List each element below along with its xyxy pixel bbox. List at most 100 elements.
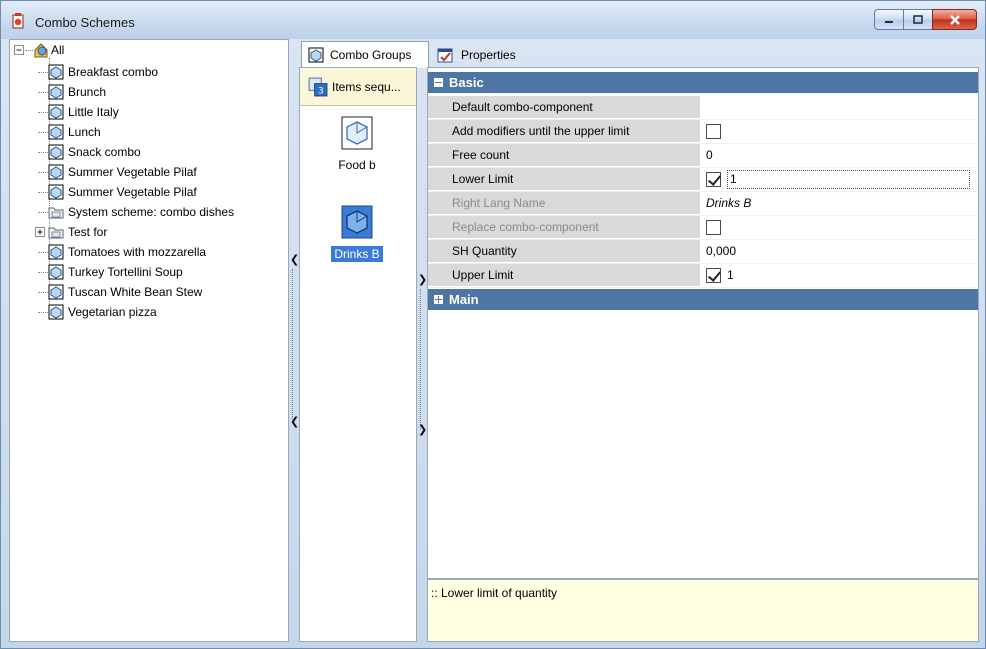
tree-item-label: Summer Vegetable Pilaf — [68, 165, 197, 179]
tree-item[interactable]: Lunch — [38, 122, 101, 142]
tree-item-label: Brunch — [68, 85, 107, 99]
folder-icon — [48, 227, 64, 239]
tree-item[interactable]: Little Italy — [38, 102, 119, 122]
sequence-icon: 3 — [308, 77, 328, 96]
property-row[interactable]: Add modifiers until the upper limit — [428, 120, 978, 144]
expand-icon[interactable] — [434, 295, 443, 304]
category-basic[interactable]: Basic — [428, 72, 978, 93]
maximize-button[interactable] — [903, 9, 933, 30]
tree-item-label: Little Italy — [68, 105, 119, 119]
tree-item[interactable]: System scheme: combo dishes — [38, 202, 234, 222]
tree-item[interactable]: Tomatoes with mozzarella — [38, 242, 206, 262]
checkbox[interactable] — [706, 124, 721, 139]
title-bar[interactable]: Combo Schemes — [1, 1, 985, 39]
property-row[interactable]: Replace combo-component — [428, 216, 978, 240]
property-grid[interactable]: Basic Default combo-component Add modifi… — [427, 67, 979, 579]
property-name: Lower Limit — [428, 168, 700, 191]
minimize-button[interactable] — [874, 9, 904, 30]
combo-groups-panel[interactable]: 3 Items sequ... Food b Drinks B — [299, 67, 417, 642]
expand-right-icon[interactable]: ❯ — [418, 273, 427, 286]
tree-item[interactable]: Breakfast combo — [38, 62, 158, 82]
svg-text:3: 3 — [318, 86, 324, 96]
tab-label: Properties — [461, 47, 516, 62]
property-value-text: Drinks B — [706, 196, 752, 210]
combo-group-item-selected[interactable]: Drinks B — [317, 205, 397, 262]
tree-item[interactable]: Snack combo — [38, 142, 141, 162]
property-name: SH Quantity — [428, 240, 700, 263]
combo-group-icon — [308, 47, 324, 63]
property-name: Right Lang Name — [428, 192, 700, 215]
folder-icon — [48, 207, 64, 219]
property-name: Upper Limit — [428, 264, 700, 287]
tab-properties[interactable]: Properties — [431, 41, 541, 68]
category-main[interactable]: Main — [428, 289, 978, 310]
tree-item-label: Breakfast combo — [68, 65, 159, 79]
tree-root-row[interactable]: All — [12, 40, 64, 60]
property-value[interactable] — [703, 96, 978, 119]
collapse-icon[interactable] — [434, 78, 443, 87]
property-row[interactable]: Free count 0 — [428, 144, 978, 168]
left-splitter[interactable]: ❮ ❮ — [289, 251, 299, 431]
combo-icon — [48, 124, 64, 140]
combo-icon — [48, 104, 64, 120]
tree-item[interactable]: Summer Vegetable Pilaf — [38, 182, 197, 202]
maximize-icon — [913, 14, 923, 24]
property-value-text: 0,000 — [706, 244, 737, 258]
properties-icon — [437, 48, 453, 62]
tree-item[interactable]: Turkey Tortellini Soup — [38, 262, 183, 282]
items-sequence-tab[interactable]: 3 Items sequ... — [300, 68, 416, 106]
collapse-left-icon[interactable]: ❮ — [290, 253, 299, 266]
combo-group-item[interactable]: Food b — [317, 116, 397, 173]
checkbox[interactable] — [706, 268, 721, 283]
combo-icon — [48, 144, 64, 160]
property-value[interactable] — [703, 120, 978, 143]
close-button[interactable] — [932, 9, 977, 30]
property-value[interactable]: 0 — [703, 144, 978, 167]
property-row[interactable]: Default combo-component — [428, 96, 978, 120]
tree-item-label: Tuscan White Bean Stew — [68, 285, 203, 299]
property-value — [703, 216, 978, 239]
tree-item-label: Summer Vegetable Pilaf — [68, 185, 197, 199]
tree-item-label: Turkey Tortellini Soup — [68, 265, 183, 279]
checkbox — [706, 220, 721, 235]
tree-item[interactable]: Tuscan White Bean Stew — [38, 282, 202, 302]
collapse-left-icon[interactable]: ❮ — [290, 415, 299, 428]
description-text: :: Lower limit of quantity — [431, 586, 558, 600]
group-cube-icon — [341, 116, 373, 150]
property-description: :: Lower limit of quantity — [427, 579, 979, 642]
combo-icon — [48, 184, 64, 200]
checkbox[interactable] — [706, 172, 721, 187]
property-name: Default combo-component — [428, 96, 700, 119]
collapse-icon[interactable] — [14, 44, 25, 56]
expand-icon[interactable] — [35, 226, 46, 238]
expand-right-icon[interactable]: ❯ — [418, 423, 427, 436]
tree-item-label: Lunch — [68, 125, 101, 139]
combo-icon — [48, 164, 64, 180]
property-row[interactable]: Right Lang Name Drinks B — [428, 192, 978, 216]
tree-item-label: Snack combo — [68, 145, 141, 159]
item-label: Food b — [338, 158, 376, 172]
property-row-selected[interactable]: Lower Limit 1 — [428, 168, 978, 192]
all-schemes-icon — [34, 43, 48, 58]
property-value[interactable]: 1 — [703, 168, 978, 191]
tab-combo-groups[interactable]: Combo Groups — [301, 41, 429, 68]
right-splitter[interactable]: ❯ ❯ — [417, 271, 427, 441]
items-sequence-label: Items sequ... — [332, 79, 401, 94]
tree-item[interactable]: Summer Vegetable Pilaf — [38, 162, 197, 182]
combo-schemes-window: Combo Schemes All Breakfast combo Brunch… — [0, 0, 986, 649]
tree-item[interactable]: Brunch — [38, 82, 106, 102]
tree-item[interactable]: Test for — [35, 222, 107, 242]
combo-icon — [48, 264, 64, 280]
combo-schemes-tree[interactable]: All Breakfast combo Brunch Little Italy … — [9, 39, 289, 642]
property-row[interactable]: SH Quantity 0,000 — [428, 240, 978, 264]
tree-item-label: Tomatoes with mozzarella — [68, 245, 207, 259]
window-title: Combo Schemes — [35, 15, 135, 30]
combo-icon — [48, 284, 64, 300]
property-value[interactable]: 1 — [703, 264, 978, 287]
lower-limit-input[interactable]: 1 — [727, 170, 970, 189]
property-value[interactable]: 0,000 — [703, 240, 978, 263]
property-value: Drinks B — [703, 192, 978, 215]
tree-item[interactable]: Vegetarian pizza — [38, 302, 157, 322]
tree-item-label: System scheme: combo dishes — [68, 205, 235, 219]
property-row[interactable]: Upper Limit 1 — [428, 264, 978, 288]
